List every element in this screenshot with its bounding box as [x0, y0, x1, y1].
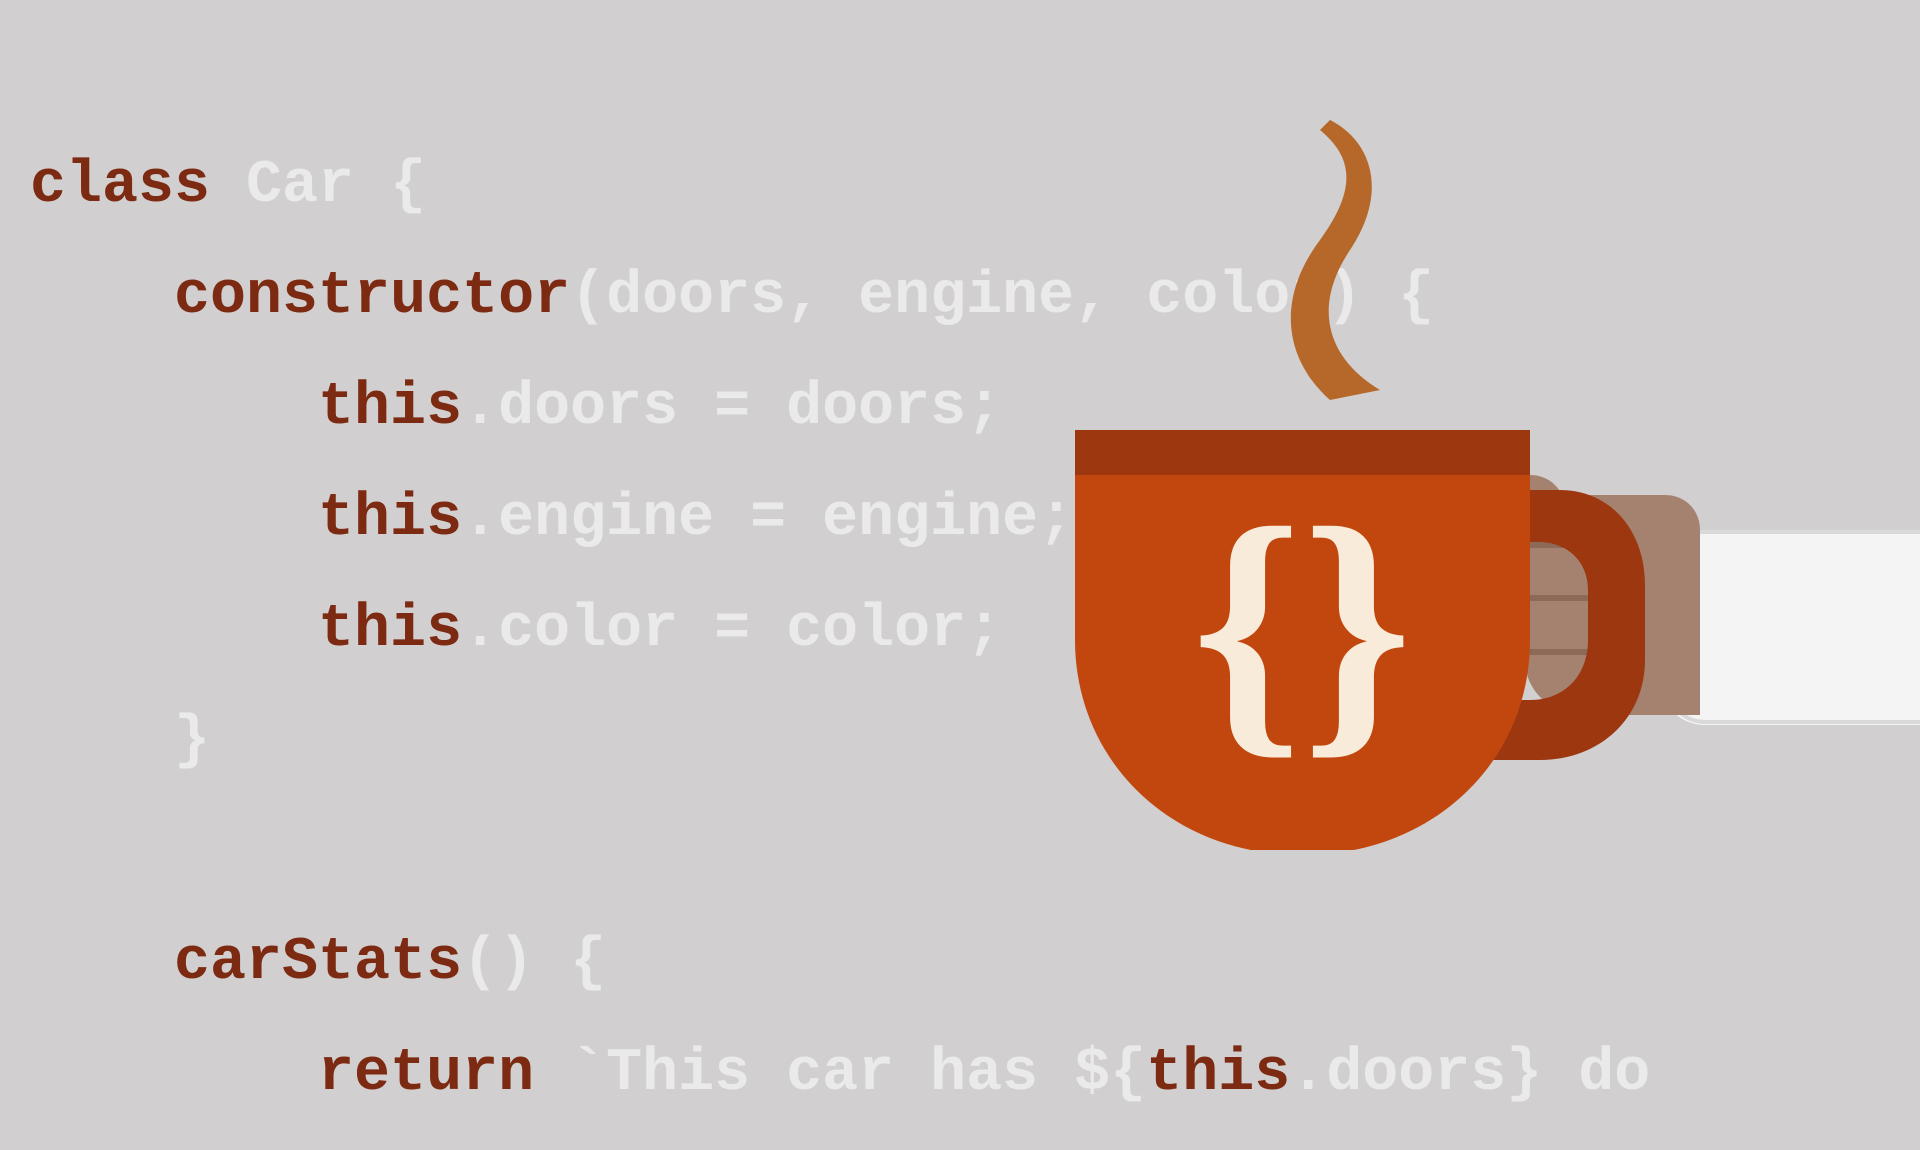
keyword-this: this	[318, 485, 462, 553]
method-name: carStats	[174, 929, 462, 997]
code-block: class Car { constructor(doors, engine, c…	[0, 0, 1920, 1150]
code-text: .engine = engine;	[462, 485, 1074, 553]
code-text: }	[174, 707, 210, 775]
code-text: .doors} do	[1290, 1040, 1650, 1108]
keyword-class: class	[30, 152, 246, 220]
keyword-return: return	[318, 1040, 570, 1108]
code-line-9: return `This car has ${this.doors} do	[30, 1040, 1650, 1108]
keyword-this: this	[318, 374, 462, 442]
code-line-1: class Car {	[30, 152, 426, 220]
keyword-this: this	[318, 596, 462, 664]
code-text: `This car has ${	[570, 1040, 1146, 1108]
code-text: (doors, engine, color) {	[570, 263, 1434, 331]
code-text: () {	[462, 929, 606, 997]
code-line-8: carStats() {	[30, 929, 606, 997]
code-text: .doors = doors;	[462, 374, 1002, 442]
code-line-2: constructor(doors, engine, color) {	[30, 263, 1434, 331]
code-line-6: }	[30, 707, 210, 775]
code-line-3: this.doors = doors;	[30, 374, 1002, 442]
keyword-constructor: constructor	[174, 263, 570, 331]
code-line-4: this.engine = engine;	[30, 485, 1074, 553]
code-text: .color = color;	[462, 596, 1002, 664]
code-text: Car {	[246, 152, 426, 220]
keyword-this: this	[1146, 1040, 1290, 1108]
code-line-5: this.color = color;	[30, 596, 1002, 664]
code-line-7	[30, 818, 66, 886]
